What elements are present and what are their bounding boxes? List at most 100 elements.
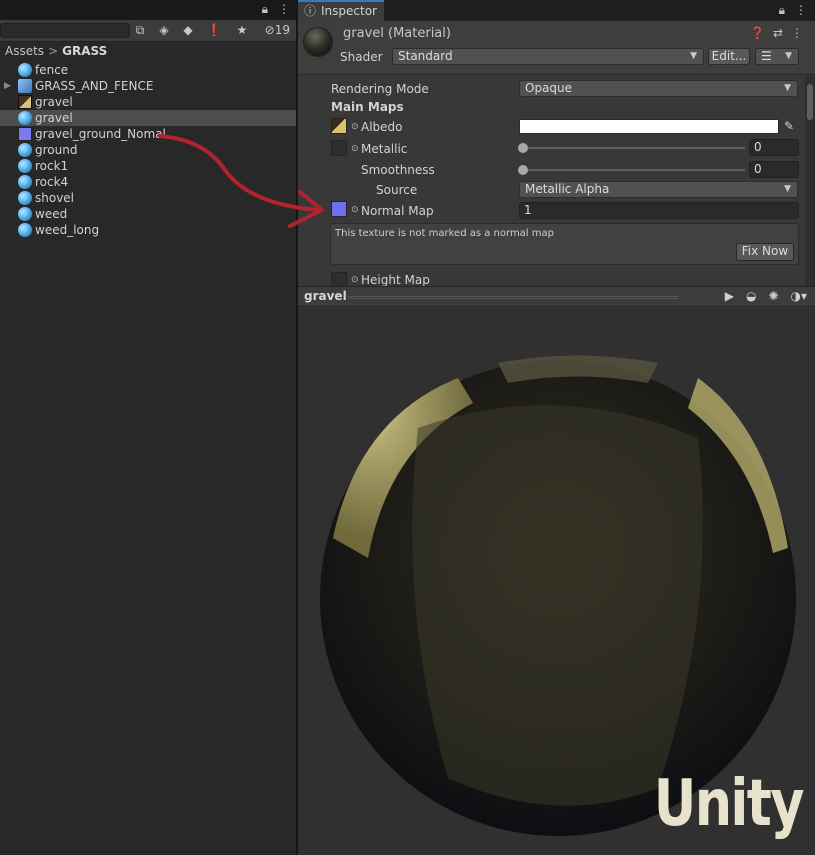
- play-icon[interactable]: ▶: [725, 289, 734, 303]
- asset-item-weed[interactable]: weed: [0, 206, 296, 222]
- caret-down-icon: ▼: [784, 184, 791, 194]
- rendering-mode-label: Rendering Mode: [331, 82, 429, 96]
- material-header: gravel (Material) ❓ ⇄ ⋮ Shader Standard ▼…: [298, 21, 815, 75]
- shader-label: Shader: [340, 50, 383, 64]
- eye-hidden-icon: ⊘: [264, 23, 275, 37]
- normal-map-texture-slot[interactable]: [331, 201, 347, 217]
- inspector-panel: ⓘ Inspector 🔒︎ ⋮ gravel (Material) ❓ ⇄ ⋮ …: [298, 0, 815, 855]
- asset-item-ground[interactable]: ground: [0, 142, 296, 158]
- favorite-star-icon[interactable]: ★: [232, 22, 252, 39]
- material-icon: [18, 63, 32, 77]
- metallic-slider-handle[interactable]: [518, 143, 528, 153]
- unity-watermark: Unity: [653, 767, 805, 841]
- label-tag-icon[interactable]: ◆: [178, 22, 198, 39]
- breadcrumb: Assets > GRASS: [0, 42, 296, 60]
- object-picker-icon[interactable]: ⊙: [351, 205, 359, 215]
- help-icon[interactable]: ❓: [750, 26, 765, 40]
- asset-item-grass-and-fence[interactable]: ▶ GRASS_AND_FENCE: [0, 78, 296, 94]
- lock-icon[interactable]: 🔒︎: [262, 2, 268, 17]
- material-icon: [18, 111, 32, 125]
- lock-icon[interactable]: 🔒︎: [779, 3, 785, 18]
- more-menu-icon[interactable]: ⋮: [278, 2, 290, 17]
- asset-item-rock4[interactable]: rock4: [0, 174, 296, 190]
- main-maps-heading: Main Maps: [331, 100, 404, 114]
- breadcrumb-separator: >: [48, 44, 59, 58]
- prefab-icon: [18, 79, 32, 93]
- material-preview[interactable]: Unity: [298, 308, 815, 855]
- warning-icon[interactable]: ❗: [204, 22, 224, 39]
- smoothness-label: Smoothness: [361, 163, 435, 177]
- breadcrumb-current[interactable]: GRASS: [62, 44, 107, 58]
- smoothness-source-dropdown[interactable]: Metallic Alpha ▼: [519, 181, 798, 198]
- material-thumbnail: [303, 27, 333, 57]
- hidden-packages-count[interactable]: ⊘19: [265, 22, 290, 39]
- source-label: Source: [376, 183, 418, 197]
- normal-map-warning-box: This texture is not marked as a normal m…: [330, 223, 799, 265]
- eyedropper-icon[interactable]: ✎: [784, 119, 794, 133]
- shader-dropdown[interactable]: Standard ▼: [392, 48, 704, 65]
- preview-shape-icon[interactable]: ◒: [746, 289, 756, 303]
- more-menu-icon[interactable]: ⋮: [791, 26, 803, 40]
- object-picker-icon[interactable]: ⊙: [351, 122, 359, 132]
- search-input[interactable]: [0, 23, 130, 38]
- metallic-label: Metallic: [361, 142, 408, 156]
- asset-item-weed-long[interactable]: weed_long: [0, 222, 296, 238]
- albedo-color-field[interactable]: [519, 119, 779, 134]
- preview-header: gravel ▶ ◒ ✺ ◑▾: [298, 286, 815, 307]
- inspector-scrollbar[interactable]: [805, 76, 815, 286]
- caret-down-icon: ▼: [690, 51, 697, 61]
- albedo-label: Albedo: [361, 120, 403, 134]
- smoothness-value-field[interactable]: 0: [749, 161, 799, 178]
- texture-icon: [18, 95, 32, 109]
- object-picker-icon[interactable]: ⊙: [351, 144, 359, 154]
- asset-item-rock1[interactable]: rock1: [0, 158, 296, 174]
- info-icon: ⓘ: [304, 4, 317, 18]
- fix-now-button[interactable]: Fix Now: [736, 243, 794, 261]
- preview-title: gravel: [304, 289, 347, 303]
- normal-map-scale-field[interactable]: 1: [519, 202, 799, 219]
- metallic-slider-track[interactable]: [523, 147, 745, 149]
- rendering-mode-dropdown[interactable]: Opaque ▼: [519, 80, 798, 97]
- asset-list: fence ▶ GRASS_AND_FENCE gravel gravel gra…: [0, 62, 296, 238]
- preview-resize-grip[interactable]: [348, 296, 678, 299]
- expand-arrow-icon[interactable]: ▶: [4, 78, 11, 94]
- normal-map-label: Normal Map: [361, 204, 434, 218]
- asset-item-fence[interactable]: fence: [0, 62, 296, 78]
- asset-item-gravel-texture[interactable]: gravel: [0, 94, 296, 110]
- smoothness-slider-track[interactable]: [523, 169, 745, 171]
- filter-by-type-icon[interactable]: ◈: [154, 22, 174, 39]
- material-icon: [18, 159, 32, 173]
- metallic-texture-slot[interactable]: [331, 140, 347, 156]
- material-icon: [18, 223, 32, 237]
- material-title: gravel (Material): [343, 26, 451, 41]
- project-tab-bar: 🔒︎ ⋮: [0, 0, 296, 20]
- normal-texture-icon: [18, 127, 32, 141]
- search-by-type-icon[interactable]: ⧉: [130, 22, 150, 39]
- albedo-texture-slot[interactable]: [331, 118, 347, 134]
- project-panel: 🔒︎ ⋮ ⧉ ◈ ◆ ❗ ★ ⊘19 Assets > GRASS fence ▶ G…: [0, 0, 296, 855]
- tab-inspector[interactable]: ⓘ Inspector: [298, 0, 384, 21]
- lighting-icon[interactable]: ✺: [768, 289, 778, 303]
- asset-item-gravel-ground-nomal[interactable]: gravel_ground_Nomal: [0, 126, 296, 142]
- object-picker-icon[interactable]: ⊙: [351, 275, 359, 285]
- project-toolbar: ⧉ ◈ ◆ ❗ ★ ⊘19: [0, 20, 296, 42]
- preview-settings-dropdown-icon[interactable]: ◑▾: [791, 289, 808, 303]
- height-map-texture-slot[interactable]: [331, 272, 347, 286]
- edit-shader-button[interactable]: Edit...: [708, 48, 750, 65]
- caret-down-icon: ▼: [785, 51, 792, 61]
- presets-icon[interactable]: ⇄: [773, 26, 783, 40]
- asset-item-shovel[interactable]: shovel: [0, 190, 296, 206]
- smoothness-slider-handle[interactable]: [518, 165, 528, 175]
- material-icon: [18, 207, 32, 221]
- inspector-tab-bar: ⓘ Inspector 🔒︎ ⋮: [298, 0, 815, 21]
- scrollbar-thumb[interactable]: [807, 84, 813, 120]
- asset-item-gravel-material[interactable]: gravel: [0, 110, 296, 126]
- breadcrumb-root[interactable]: Assets: [5, 44, 44, 58]
- caret-down-icon: ▼: [784, 83, 791, 93]
- material-properties: Rendering Mode Opaque ▼ Main Maps ⊙ Albed…: [298, 76, 805, 286]
- material-icon: [18, 191, 32, 205]
- normal-map-warning-text: This texture is not marked as a normal m…: [335, 228, 554, 239]
- more-menu-icon[interactable]: ⋮: [795, 3, 807, 18]
- metallic-value-field[interactable]: 0: [749, 139, 799, 156]
- shader-options-dropdown[interactable]: ☰ ▼: [755, 48, 799, 65]
